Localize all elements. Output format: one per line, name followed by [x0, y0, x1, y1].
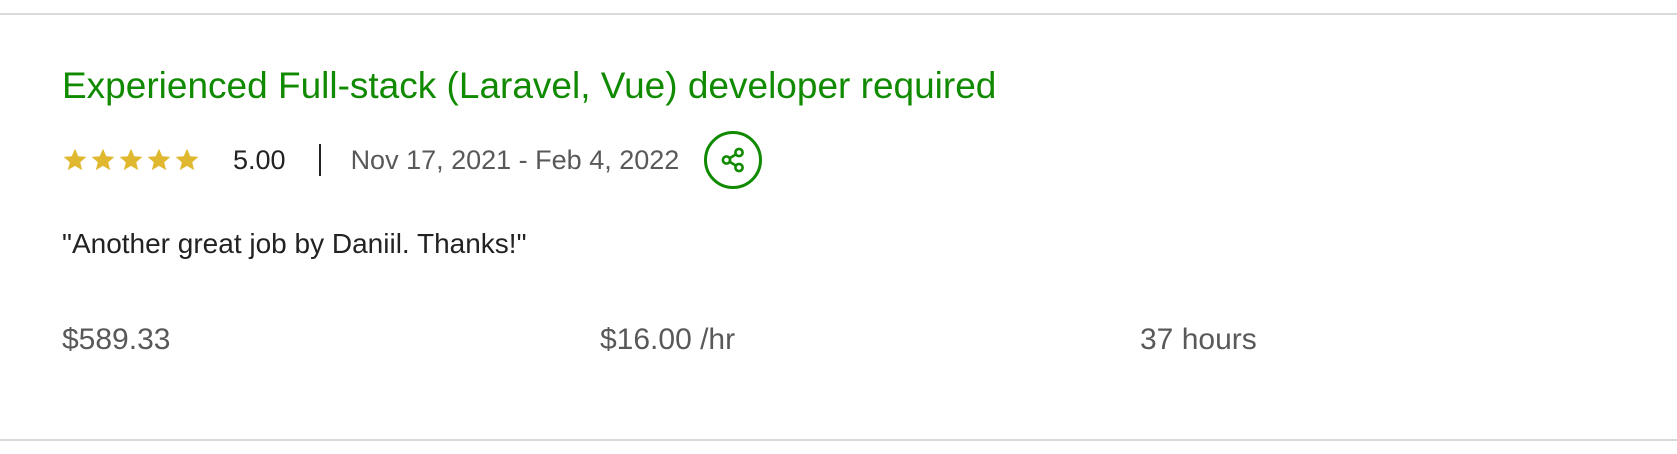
hourly-rate: $16.00 /hr	[600, 323, 736, 356]
date-range: Nov 17, 2021 - Feb 4, 2022	[350, 144, 680, 175]
client-feedback: "Another great job by Daniil. Thanks!"	[62, 228, 527, 259]
rating-value: 5.00	[233, 144, 286, 175]
rating-stars	[62, 145, 200, 175]
job-title-link[interactable]: Experienced Full-stack (Laravel, Vue) de…	[62, 64, 996, 108]
top-divider	[0, 13, 1677, 15]
star-icon	[62, 147, 88, 173]
job-stats-row: $589.33 $16.00 /hr 37 hours	[62, 320, 1622, 360]
hours-worked: 37 hours	[1140, 323, 1257, 356]
share-button[interactable]	[704, 131, 763, 189]
star-icon	[118, 147, 144, 173]
star-icon	[90, 147, 116, 173]
total-earned: $589.33	[62, 323, 171, 356]
job-meta-row: 5.00 Nov 17, 2021 - Feb 4, 2022	[62, 128, 763, 192]
star-icon	[146, 147, 172, 173]
bottom-divider	[0, 439, 1677, 441]
star-icon	[174, 147, 200, 173]
meta-separator	[318, 144, 321, 176]
share-icon	[719, 146, 747, 174]
